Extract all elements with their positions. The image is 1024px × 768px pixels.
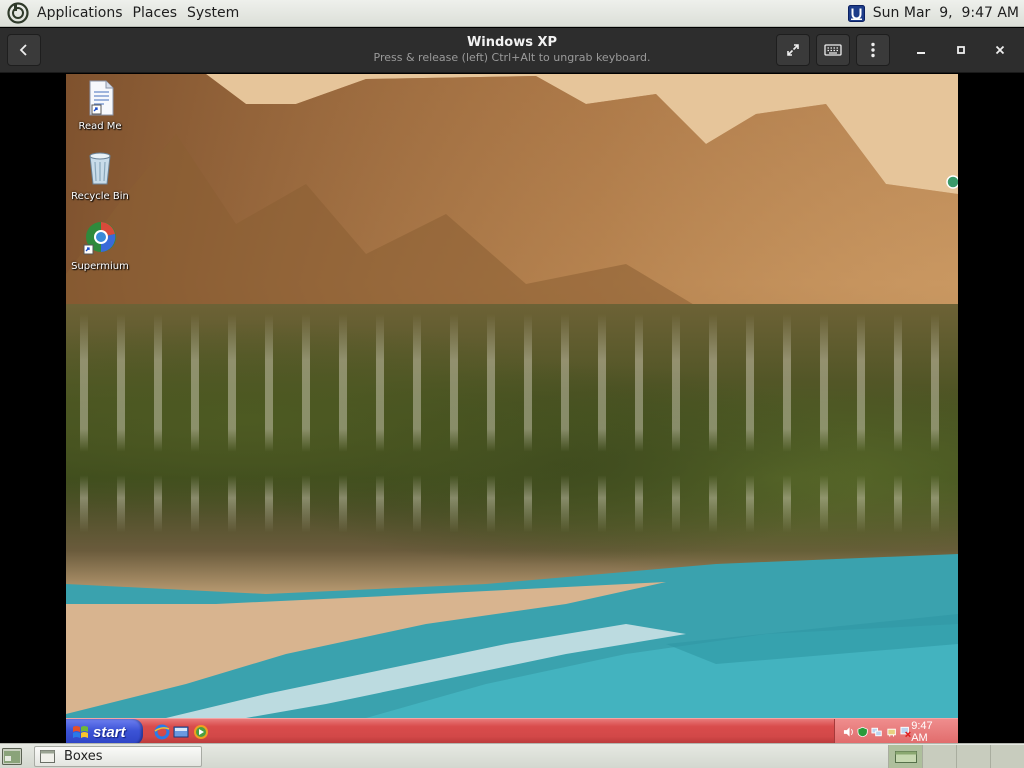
desktop-icon-supermium[interactable]: Supermium — [66, 220, 135, 273]
back-button[interactable] — [7, 34, 41, 66]
bottom-panel: Boxes — [0, 743, 1024, 768]
taskbar-window-boxes[interactable]: Boxes — [34, 746, 202, 767]
keyboard-icon — [824, 44, 842, 56]
recycle-bin-icon — [89, 152, 111, 185]
places-menu[interactable]: Places — [128, 0, 183, 27]
show-desktop-icon[interactable] — [173, 724, 189, 740]
window-titles: Windows XP Press & release (left) Ctrl+A… — [312, 34, 712, 65]
show-desktop-icon[interactable] — [2, 748, 22, 765]
fullscreen-button[interactable] — [776, 34, 810, 66]
taskbar-window-label: Boxes — [64, 749, 103, 764]
keyboard-button[interactable] — [816, 34, 850, 66]
distro-logo-icon[interactable] — [7, 2, 29, 24]
cursor-icon — [946, 175, 958, 189]
close-icon — [995, 45, 1005, 55]
menu-icon — [871, 42, 875, 58]
start-label: start — [93, 723, 126, 741]
beach-scenery — [66, 554, 958, 718]
workspace-3[interactable] — [956, 745, 990, 768]
maximize-icon — [957, 46, 965, 54]
desktop-icon-label: Read Me — [78, 121, 122, 132]
window-headerbar: Windows XP Press & release (left) Ctrl+A… — [0, 28, 1024, 73]
desktop-wallpaper[interactable]: Read Me Recycle Bin Supermium — [66, 74, 958, 718]
xp-taskbar: start 9:47 AM — [66, 718, 958, 744]
workspace-1[interactable] — [888, 745, 922, 768]
workspace-4[interactable] — [990, 745, 1024, 768]
document-icon — [89, 80, 114, 116]
media-player-icon[interactable] — [193, 724, 209, 740]
fullscreen-icon — [787, 44, 799, 56]
workspace-window-thumbnail — [894, 750, 917, 763]
update-notifier-icon[interactable] — [847, 4, 865, 22]
network-icon[interactable] — [871, 726, 883, 738]
maximize-button[interactable] — [944, 34, 978, 66]
internet-explorer-icon[interactable] — [154, 724, 170, 740]
start-button[interactable]: start — [66, 719, 143, 744]
safely-remove-icon[interactable] — [886, 726, 897, 738]
desktop-icon-label: Supermium — [71, 261, 129, 272]
back-icon — [19, 44, 27, 56]
applications-menu[interactable]: Applications — [32, 0, 128, 27]
workspace-switcher — [888, 745, 1024, 768]
window-title: Windows XP — [466, 35, 558, 50]
security-icon[interactable] — [857, 726, 868, 738]
minimize-icon — [917, 52, 925, 54]
workspace-2[interactable] — [922, 745, 956, 768]
menu-button[interactable] — [856, 34, 890, 66]
boxes-app-icon — [40, 750, 55, 763]
taskbar-clock[interactable]: 9:47 AM — [911, 720, 949, 744]
close-button[interactable] — [983, 34, 1017, 66]
desktop-icon-read-me[interactable]: Read Me — [66, 80, 135, 133]
network-disconnected-icon[interactable] — [900, 726, 911, 738]
system-menu[interactable]: System — [182, 0, 244, 27]
browser-icon — [83, 222, 116, 255]
window-subtitle: Press & release (left) Ctrl+Alt to ungra… — [373, 51, 651, 64]
windows-logo-icon — [73, 725, 88, 738]
system-tray: 9:47 AM — [834, 719, 958, 744]
volume-icon[interactable] — [843, 726, 854, 738]
panel-clock[interactable]: Sun Mar 9, 9:47 AM — [873, 5, 1024, 21]
desktop-icon-recycle-bin[interactable]: Recycle Bin — [66, 150, 135, 203]
vm-display[interactable]: Read Me Recycle Bin Supermium start 9:47… — [66, 74, 958, 744]
desktop-icon-label: Recycle Bin — [71, 191, 129, 202]
minimize-button[interactable] — [904, 34, 938, 66]
top-panel: Applications Places System Sun Mar 9, 9:… — [0, 0, 1024, 27]
